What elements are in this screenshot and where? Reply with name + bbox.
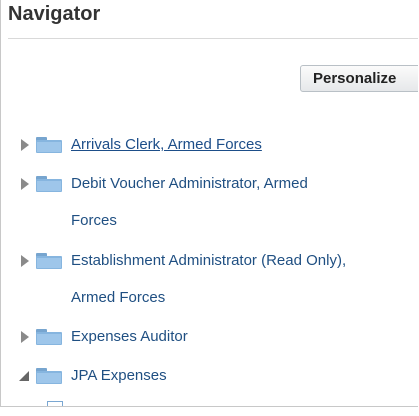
collapse-icon[interactable] [19,370,31,382]
tree-node-label[interactable]: Debit Voucher Administrator, Armed [71,175,308,192]
personalize-button[interactable]: Personalize [300,65,418,92]
title-divider [8,38,418,39]
folder-icon [36,176,62,192]
tree-node-label[interactable]: Expenses Auditor [71,328,188,345]
folder-icon [36,329,62,345]
folder-icon [36,368,62,384]
expand-icon[interactable] [19,255,31,267]
folder-icon [36,137,62,153]
tree-node-label-continued[interactable]: Forces [71,212,117,229]
folder-icon [36,253,62,269]
tree-node-label[interactable]: JPA Expenses [71,367,167,384]
expand-icon[interactable] [19,331,31,343]
page-title: Navigator [8,3,101,25]
tree-node-label-continued[interactable]: Armed Forces [71,289,165,306]
tree-node-label[interactable]: Arrivals Clerk, Armed Forces [71,136,262,153]
expand-icon[interactable] [19,139,31,151]
expand-icon[interactable] [19,178,31,190]
navigator-panel: Navigator Personalize Arrivals Clerk, Ar… [0,0,418,407]
folder-icon [47,401,63,406]
tree-node-label[interactable]: Establishment Administrator (Read Only), [71,252,346,269]
